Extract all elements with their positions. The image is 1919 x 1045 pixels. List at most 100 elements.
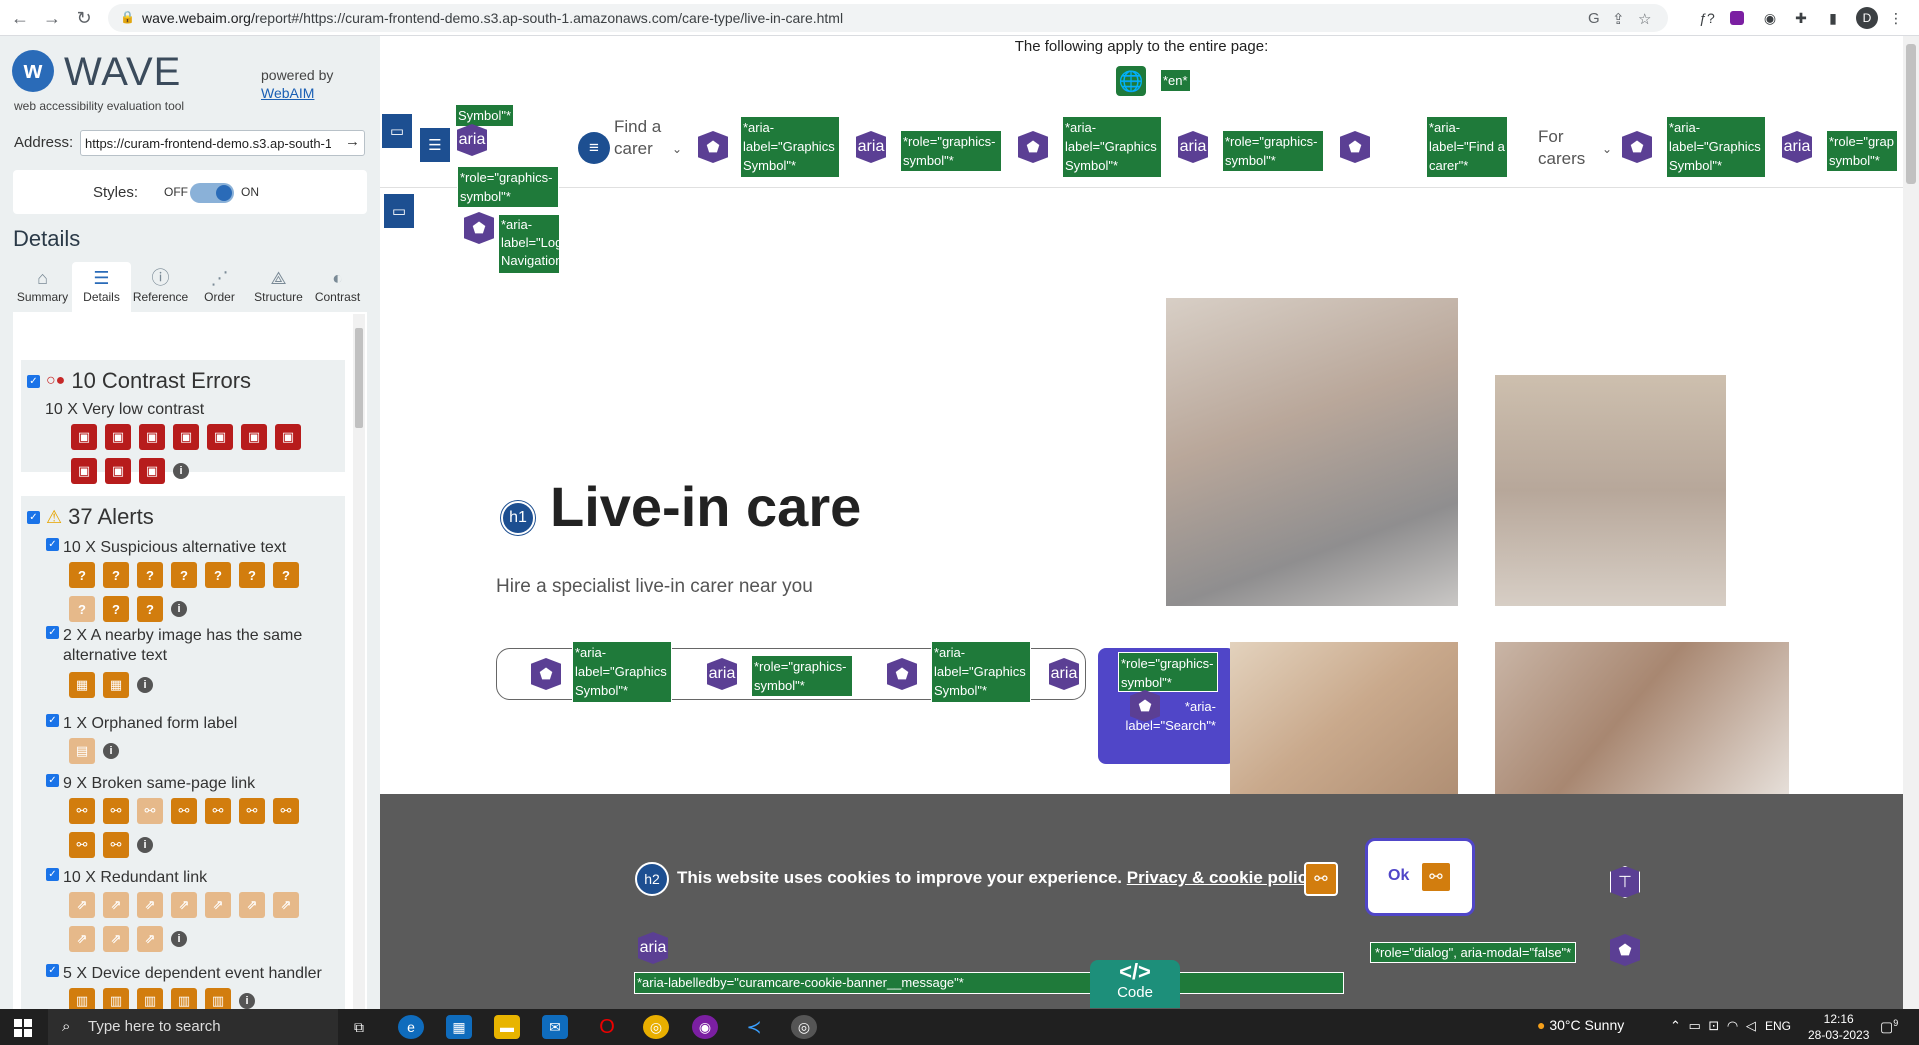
sidepanel-icon[interactable]: ▮ [1823, 8, 1843, 28]
aria-badge[interactable]: aria [856, 131, 886, 163]
aria-badge[interactable]: aria [457, 124, 487, 156]
link-alert-icon[interactable]: ⚯ [171, 798, 197, 824]
tag-icon[interactable]: ⬟ [1610, 934, 1640, 966]
tab-reference[interactable]: ⓘ Reference [131, 262, 190, 312]
nav-for-carers[interactable]: For carers [1538, 126, 1594, 170]
link-alert-icon[interactable]: ⚯ [205, 798, 231, 824]
aria-badge[interactable]: aria [1049, 658, 1079, 690]
checkbox[interactable]: ✓ [46, 538, 59, 551]
checkbox[interactable]: ✓ [46, 714, 59, 727]
clock[interactable]: 12:16 28-03-2023 [1808, 1011, 1869, 1043]
info-icon[interactable]: i [137, 677, 153, 693]
profile-avatar[interactable]: D [1856, 7, 1878, 29]
aria-badge[interactable]: aria [707, 658, 737, 690]
list-icon[interactable]: ≡ [578, 132, 610, 164]
tab-order[interactable]: ⋰ Order [190, 262, 249, 312]
redundant-link-icon[interactable]: ⇗ [69, 892, 95, 918]
store-icon[interactable]: ▦ [446, 1015, 472, 1039]
tag-icon[interactable]: ⬟ [698, 131, 728, 163]
system-tray-icons[interactable]: ⌃ ▭ ⊡ ◠ ◁ [1670, 1018, 1758, 1034]
tag-icon[interactable]: ⬟ [1340, 131, 1370, 163]
redundant-link-icon[interactable]: ⇗ [69, 926, 95, 952]
contrast-error-icon[interactable]: ▣ [71, 458, 97, 484]
info-icon[interactable]: i [171, 601, 187, 617]
tag-icon[interactable]: ⬟ [887, 658, 917, 690]
aria-badge[interactable]: aria [638, 932, 668, 964]
redundant-link-icon[interactable]: ⇗ [273, 892, 299, 918]
info-icon[interactable]: i [239, 993, 255, 1009]
windows-start-icon[interactable] [14, 1019, 32, 1037]
redundant-link-icon[interactable]: ⇗ [103, 892, 129, 918]
back-icon[interactable]: ← [8, 6, 32, 30]
alert-icon[interactable]: ? [103, 562, 129, 588]
star-icon[interactable]: ☆ [1638, 10, 1651, 28]
chevron-down-icon[interactable]: ⌄ [1602, 138, 1612, 160]
tag-icon[interactable]: ⬟ [464, 212, 494, 244]
code-tag-icon[interactable]: ⊤ [1610, 866, 1640, 898]
contrast-error-icon[interactable]: ▣ [71, 424, 97, 450]
vscode-icon[interactable]: ≺ [741, 1015, 767, 1039]
notification-icon[interactable]: ▢9 [1880, 1018, 1898, 1036]
address-field[interactable]: → [80, 130, 365, 156]
contrast-error-icon[interactable]: ▣ [105, 424, 131, 450]
alert-icon[interactable]: ? [205, 562, 231, 588]
checkbox[interactable]: ✓ [46, 774, 59, 787]
alert-icon[interactable]: ? [171, 562, 197, 588]
alert-icon[interactable]: ? [137, 562, 163, 588]
redundant-link-icon[interactable]: ⇗ [205, 892, 231, 918]
window-icon[interactable]: ▭ [382, 114, 412, 148]
tag-icon[interactable]: ⬟ [1622, 131, 1652, 163]
alert-icon[interactable]: ▦ [69, 672, 95, 698]
tab-summary[interactable]: ⌂ Summary [13, 262, 72, 312]
redundant-link-icon[interactable]: ⇗ [137, 926, 163, 952]
reload-icon[interactable]: ↻ [72, 6, 96, 30]
github-icon[interactable]: ◉ [692, 1015, 718, 1039]
chrome-active-icon[interactable]: ◎ [791, 1015, 817, 1039]
h2-badge[interactable]: h2 [635, 862, 669, 896]
h1-badge[interactable]: h1 [501, 501, 535, 535]
alert-icon[interactable]: ? [137, 596, 163, 622]
alerts-checkbox[interactable]: ✓ [27, 510, 40, 524]
mail-icon[interactable]: ✉ [542, 1015, 568, 1039]
tag-icon[interactable]: ⬟ [1018, 131, 1048, 163]
link-alert-icon[interactable]: ⚯ [69, 798, 95, 824]
contrast-error-icon[interactable]: ▣ [241, 424, 267, 450]
link-alert-icon[interactable]: ⚯ [1304, 862, 1338, 896]
redundant-link-icon[interactable]: ⇗ [171, 892, 197, 918]
input-language[interactable]: ENG [1765, 1019, 1791, 1033]
contrast-error-icon[interactable]: ▣ [105, 458, 131, 484]
tab-details[interactable]: ☰ Details [72, 262, 131, 312]
alert-icon[interactable]: ? [239, 562, 265, 588]
alert-icon[interactable]: ? [273, 562, 299, 588]
weather-widget[interactable]: ● 30°C Sunny [1537, 1017, 1624, 1033]
info-icon[interactable]: i [137, 837, 153, 853]
taskbar-search[interactable]: ⌕ Type here to search [48, 1009, 338, 1045]
info-icon[interactable]: i [173, 463, 189, 479]
contrast-checkbox[interactable]: ✓ [27, 374, 40, 388]
task-view-icon[interactable]: ⧉ [346, 1015, 372, 1039]
code-button[interactable]: </> Code [1090, 960, 1180, 1008]
tag-icon[interactable]: ⬟ [531, 658, 561, 690]
contrast-error-icon[interactable]: ▣ [139, 424, 165, 450]
redundant-link-icon[interactable]: ⇗ [103, 926, 129, 952]
tab-contrast[interactable]: ◐ Contrast [308, 262, 367, 312]
checkbox[interactable]: ✓ [46, 964, 59, 977]
details-scrollbar[interactable] [353, 314, 365, 1032]
edge-icon[interactable]: e [398, 1015, 424, 1039]
font-ext-icon[interactable]: ƒ? [1697, 8, 1717, 28]
styles-toggle[interactable] [190, 183, 234, 203]
html5-icon[interactable]: ☰ [420, 128, 450, 162]
link-alert-icon[interactable]: ⚯ [69, 832, 95, 858]
chrome-icon[interactable]: ◎ [643, 1015, 669, 1039]
info-icon[interactable]: i [171, 931, 187, 947]
aria-badge[interactable]: aria [1178, 131, 1208, 163]
go-arrow-icon[interactable]: → [345, 133, 360, 150]
search-button[interactable]: *role="graphics-symbol"* ⬟ *aria-label="… [1098, 648, 1235, 764]
redundant-link-icon[interactable]: ⇗ [137, 892, 163, 918]
privacy-link[interactable]: Privacy & cookie policy [1127, 868, 1317, 887]
checkbox[interactable]: ✓ [46, 626, 59, 639]
link-alert-icon[interactable]: ⚯ [1420, 861, 1452, 893]
chevron-down-icon[interactable]: ⌄ [672, 138, 682, 160]
alert-icon[interactable]: ? [69, 596, 95, 622]
camera-icon[interactable]: ◉ [1760, 8, 1780, 28]
